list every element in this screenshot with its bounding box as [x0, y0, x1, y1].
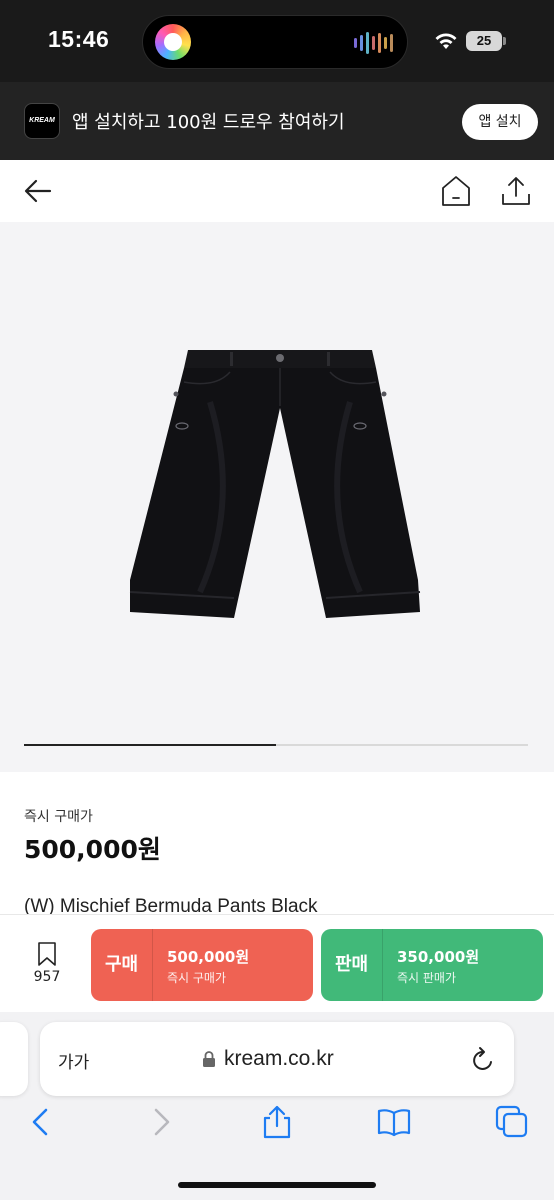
status-time: 15:46 [48, 26, 110, 52]
instant-buy-price: 500,000원 [24, 835, 161, 864]
dynamic-island [142, 15, 408, 69]
buy-button[interactable]: 구매 500,000원 즉시 구매가 [91, 929, 313, 1001]
buy-price: 500,000원 [167, 948, 250, 966]
arrow-left-icon[interactable] [22, 176, 54, 206]
buy-sublabel: 즉시 구매가 [167, 971, 227, 985]
sell-button[interactable]: 판매 350,000원 즉시 판매가 [321, 929, 543, 1001]
product-image [129, 350, 421, 618]
tabs-icon[interactable] [494, 1104, 530, 1140]
sell-label: 판매 [321, 929, 383, 1001]
previous-tab-peek[interactable] [0, 1022, 28, 1096]
home-indicator [178, 1182, 376, 1188]
share-icon[interactable] [500, 174, 532, 208]
product-image-carousel[interactable] [0, 222, 554, 772]
text-size-button[interactable]: 가가 [58, 1048, 89, 1073]
home-icon[interactable] [440, 174, 472, 208]
now-playing-artwork-icon [155, 24, 191, 60]
url-text: kream.co.kr [224, 1047, 334, 1070]
kream-logo: KREAM [24, 103, 60, 139]
battery-tip [503, 37, 506, 45]
app-install-banner[interactable]: KREAM 앱 설치하고 100원 드로우 참여하기 앱 설치 [0, 82, 554, 160]
carousel-progress [24, 744, 528, 746]
carousel-progress-fill [24, 744, 276, 746]
product-info: 즉시 구매가 500,000원 (W) Mischief Bermuda Pan… [0, 772, 554, 917]
chevron-right-icon[interactable] [142, 1104, 178, 1140]
banner-message: 앱 설치하고 100원 드로우 참여하기 [72, 112, 345, 133]
nav-header [0, 160, 554, 222]
wifi-icon [435, 33, 457, 49]
install-app-button[interactable]: 앱 설치 [462, 104, 538, 140]
wishlist-count: 957 [33, 969, 61, 985]
chevron-left-icon[interactable] [24, 1104, 60, 1140]
url-display[interactable]: kream.co.kr [202, 1046, 334, 1072]
reload-icon[interactable] [470, 1046, 496, 1074]
sell-price: 350,000원 [397, 948, 480, 966]
purchase-action-bar: 957 구매 500,000원 즉시 구매가 판매 350,000원 즉시 판매… [0, 914, 554, 1012]
address-bar[interactable]: 가가 kream.co.kr [40, 1022, 514, 1096]
share-icon[interactable] [259, 1104, 295, 1140]
wishlist-button[interactable]: 957 [24, 937, 70, 993]
bookmark-icon [38, 942, 56, 966]
instant-buy-price-label: 즉시 구매가 [24, 809, 93, 825]
lock-icon [203, 1051, 215, 1067]
audio-equalizer-icon [354, 32, 393, 54]
safari-bottom-bar: 가가 kream.co.kr [0, 1012, 554, 1200]
buy-label: 구매 [91, 929, 153, 1001]
battery-indicator: 25 [466, 31, 502, 51]
status-bar: 15:46 25 [0, 0, 554, 82]
book-icon[interactable] [376, 1104, 412, 1140]
sell-sublabel: 즉시 판매가 [397, 971, 457, 985]
